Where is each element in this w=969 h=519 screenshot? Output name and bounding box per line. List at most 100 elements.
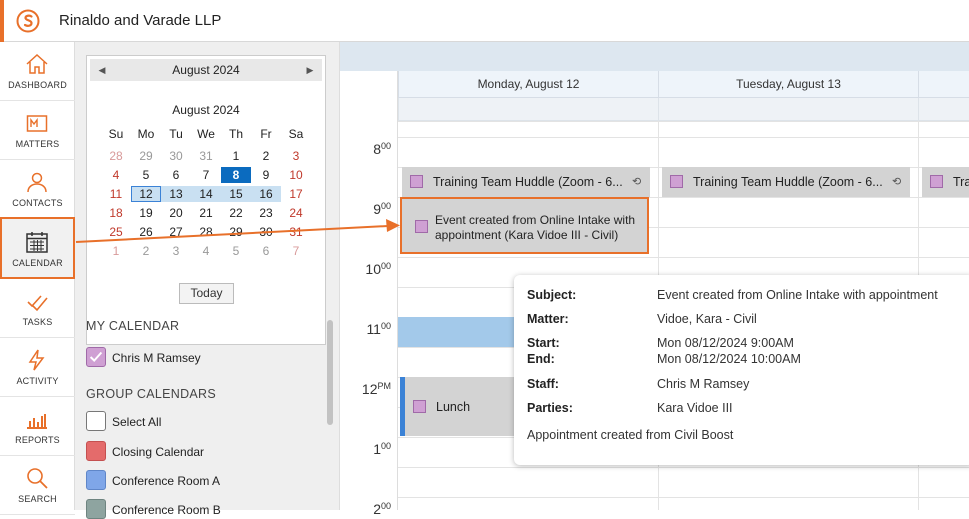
- mini-calendar-day[interactable]: 4: [191, 243, 221, 259]
- mini-calendar-day[interactable]: 1: [101, 243, 131, 259]
- mini-calendar-day[interactable]: 9: [251, 167, 281, 183]
- sidebar-scrollbar[interactable]: [327, 320, 333, 425]
- mini-calendar-day[interactable]: 4: [101, 167, 131, 183]
- mini-calendar-day[interactable]: 26: [131, 224, 161, 240]
- mini-calendar-day[interactable]: 6: [251, 243, 281, 259]
- mini-calendar-day[interactable]: 22: [221, 205, 251, 221]
- event-color-swatch: [670, 175, 683, 188]
- weekday-label: Tu: [169, 127, 183, 141]
- mini-calendar-day[interactable]: 12: [131, 186, 161, 202]
- nav-tasks[interactable]: TASKS: [0, 279, 75, 338]
- mini-calendar-day[interactable]: 29: [131, 148, 161, 164]
- mini-calendar-day[interactable]: 31: [281, 224, 311, 240]
- today-button[interactable]: Today: [179, 283, 234, 304]
- accent-strip: [0, 0, 4, 42]
- grid-line: [398, 257, 969, 258]
- time-label: 1100: [366, 321, 391, 337]
- mini-calendar-day[interactable]: 2: [131, 243, 161, 259]
- mini-calendar-day[interactable]: 28: [101, 148, 131, 164]
- group-calendar-label: Conference Room B: [112, 503, 221, 517]
- event-color-swatch: [415, 220, 428, 233]
- mini-calendar-day[interactable]: 3: [161, 243, 191, 259]
- grid-line: [398, 137, 969, 138]
- mini-calendar-day[interactable]: 20: [161, 205, 191, 221]
- group-calendars-title: GROUP CALENDARS: [86, 387, 216, 401]
- day-header-wednesday[interactable]: [918, 71, 969, 98]
- mini-calendar-day[interactable]: 3: [281, 148, 311, 164]
- mini-calendar-day[interactable]: 2: [251, 148, 281, 164]
- mini-calendar-day[interactable]: 15: [221, 186, 251, 202]
- grid-line: [398, 497, 969, 498]
- conference-room-a-checkbox[interactable]: [86, 470, 106, 490]
- mini-calendar-day[interactable]: 5: [221, 243, 251, 259]
- mini-calendar-day[interactable]: 11: [101, 186, 131, 202]
- mini-calendar-day[interactable]: 28: [191, 224, 221, 240]
- mini-calendar-day[interactable]: 14: [191, 186, 221, 202]
- mini-calendar-day[interactable]: 10: [281, 167, 311, 183]
- all-day-row[interactable]: [918, 98, 969, 121]
- day-header-tuesday[interactable]: Tuesday, August 13: [658, 71, 918, 98]
- mini-calendar-day[interactable]: 29: [221, 224, 251, 240]
- my-calendar-checkbox[interactable]: [86, 347, 106, 367]
- my-calendar-label: Chris M Ramsey: [112, 351, 201, 365]
- mini-calendar-day[interactable]: 8: [221, 167, 251, 183]
- recurring-icon: ⟲: [632, 176, 642, 188]
- mini-calendar-month-title: August 2024: [172, 103, 240, 117]
- nav-matters[interactable]: MATTERS: [0, 101, 75, 160]
- calendar-icon: [26, 232, 48, 253]
- event-training-huddle-wed[interactable]: Tra: [922, 167, 969, 197]
- mini-calendar-day[interactable]: 31: [191, 148, 221, 164]
- select-all-checkbox[interactable]: [86, 411, 106, 431]
- mini-calendar-day[interactable]: 19: [131, 205, 161, 221]
- event-training-huddle-tue[interactable]: Training Team Huddle (Zoom - 6... ⟲: [662, 167, 910, 197]
- tooltip-staff-label: Staff:: [527, 377, 559, 391]
- day-header-monday[interactable]: Monday, August 12: [398, 71, 658, 98]
- event-training-huddle-mon[interactable]: Training Team Huddle (Zoom - 6... ⟲: [402, 167, 650, 197]
- all-day-row[interactable]: [658, 98, 918, 121]
- all-day-row[interactable]: [398, 98, 658, 121]
- mini-calendar-day[interactable]: 18: [101, 205, 131, 221]
- top-bar: Rinaldo and Varade LLP: [0, 0, 969, 42]
- tooltip-end: Mon 08/12/2024 10:00AM: [657, 352, 801, 366]
- tooltip-matter-label: Matter:: [527, 312, 569, 326]
- mini-calendar-day[interactable]: 13: [161, 186, 191, 202]
- mini-calendar-day[interactable]: 23: [251, 205, 281, 221]
- firm-logo-icon: [16, 9, 40, 33]
- mini-calendar-day[interactable]: 24: [281, 205, 311, 221]
- event-title: Tra: [953, 175, 969, 189]
- weekday-label: We: [197, 127, 215, 141]
- mini-calendar-day[interactable]: 7: [281, 243, 311, 259]
- mini-calendar-day[interactable]: 30: [161, 148, 191, 164]
- mini-calendar-day[interactable]: 21: [191, 205, 221, 221]
- event-online-intake[interactable]: Event created from Online Intake with ap…: [400, 197, 649, 254]
- conference-room-b-checkbox[interactable]: [86, 499, 106, 519]
- mini-calendar-day[interactable]: 27: [161, 224, 191, 240]
- event-title: Event created from Online Intake with ap…: [435, 213, 636, 242]
- contacts-icon: [27, 172, 47, 193]
- mini-calendar-day[interactable]: 17: [281, 186, 311, 202]
- mini-calendar-day[interactable]: 7: [191, 167, 221, 183]
- time-label: 12PM: [361, 381, 391, 397]
- mini-calendar-day[interactable]: 30: [251, 224, 281, 240]
- nav-reports[interactable]: REPORTS: [0, 397, 75, 456]
- nav-contacts[interactable]: CONTACTS: [0, 160, 75, 219]
- closing-calendar-checkbox[interactable]: [86, 441, 106, 461]
- nav-dashboard[interactable]: DASHBOARD: [0, 42, 75, 101]
- nav-label: REPORTS: [15, 435, 60, 445]
- mini-calendar-day[interactable]: 1: [221, 148, 251, 164]
- nav-calendar[interactable]: CALENDAR: [0, 217, 75, 279]
- next-month-button[interactable]: ▶: [302, 59, 318, 81]
- mini-calendar-day[interactable]: 6: [161, 167, 191, 183]
- mini-calendar-day[interactable]: 25: [101, 224, 131, 240]
- tooltip-subject-label: Subject:: [527, 288, 577, 302]
- nav-activity[interactable]: ACTIVITY: [0, 338, 75, 397]
- calendar-week-view: 800 900 1000 1100 12PM 100 200 Monday, A…: [340, 42, 969, 517]
- mini-calendar-day[interactable]: 16: [251, 186, 281, 202]
- nav-search[interactable]: SEARCH: [0, 456, 75, 515]
- mini-calendar-day[interactable]: 5: [131, 167, 161, 183]
- lightning-icon: [28, 349, 45, 371]
- event-title: Training Team Huddle (Zoom - 6...: [433, 175, 623, 189]
- prev-month-button[interactable]: ◀: [94, 59, 110, 81]
- tooltip-start-label: Start:: [527, 336, 560, 350]
- weekday-label: Sa: [288, 127, 304, 141]
